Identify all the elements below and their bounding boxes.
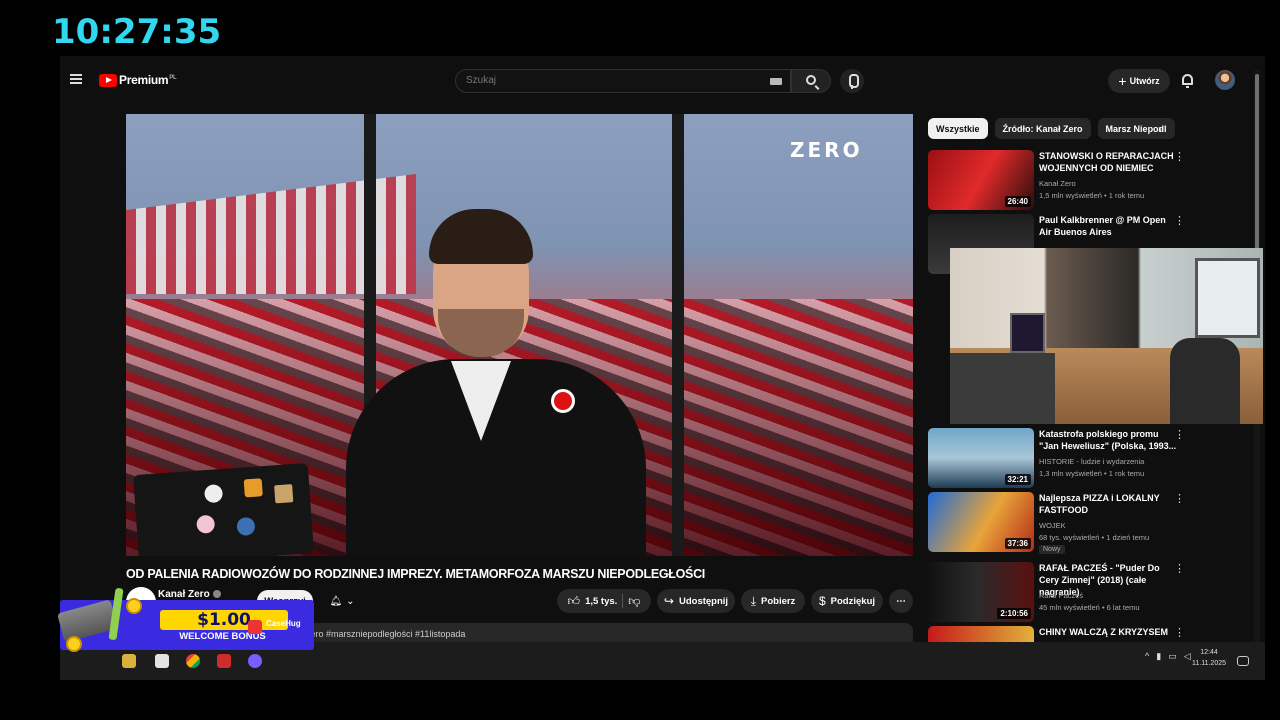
search-button[interactable] <box>791 69 831 93</box>
video-thumbnail[interactable]: 26:40 <box>928 150 1034 210</box>
video-thumbnail[interactable]: 2:10:56 <box>928 562 1034 622</box>
list-item[interactable]: 37:36 Najlepsza PIZZA i LOKALNY FASTFOOD… <box>928 492 1228 554</box>
new-badge: Nowy <box>1039 545 1065 554</box>
laptop-with-stickers <box>133 463 314 556</box>
more-vert-icon[interactable]: ⋮ <box>1174 562 1185 575</box>
taskbar-app-icon[interactable] <box>155 654 169 668</box>
more-horiz-icon: ⋯ <box>896 595 906 607</box>
share-icon: ↪ <box>663 594 674 608</box>
casino-ad-banner[interactable]: $1.00 WELCOME BONUS CaseHug <box>57 587 314 652</box>
video-title: OD PALENIA RADIOWOZÓW DO RODZINNEJ IMPRE… <box>126 567 705 581</box>
list-item[interactable]: 26:40 STANOWSKI O REPARACJACH WOJENNYCH … <box>928 150 1228 212</box>
youtube-premium-logo[interactable]: PremiumPL <box>99 73 177 87</box>
rosette-badge <box>551 389 575 413</box>
ad-brand: CaseHug <box>266 619 301 628</box>
chevron-down-icon: ⌄ <box>346 595 355 607</box>
thanks-button[interactable]: $ Podziękuj <box>811 589 883 613</box>
presenter <box>326 209 646 556</box>
coin-icon <box>126 598 142 614</box>
like-count[interactable]: 1,5 tys. <box>585 596 617 607</box>
more-vert-icon[interactable]: ⋮ <box>1174 428 1185 441</box>
share-button[interactable]: ↪ Udostępnij <box>657 589 735 613</box>
search-box <box>455 69 791 93</box>
more-vert-icon[interactable]: ⋮ <box>1174 492 1185 505</box>
chrome-icon[interactable] <box>186 654 200 668</box>
list-item[interactable]: 2:10:56 RAFAŁ PACZEŚ - "Puder Do Cery Zi… <box>928 562 1228 624</box>
volume-icon[interactable]: ◁ <box>1184 651 1191 662</box>
stream-clock: 10:27:35 <box>52 12 222 52</box>
network-icon[interactable]: ▭ <box>1168 651 1177 662</box>
more-vert-icon[interactable]: ⋮ <box>1174 150 1185 163</box>
subscription-bell-button[interactable]: 🔔︎ ⌄ <box>320 590 364 612</box>
file-explorer-icon[interactable] <box>122 654 136 668</box>
search-icon <box>806 75 816 85</box>
casehug-logo-icon <box>248 620 262 634</box>
search-input[interactable] <box>466 75 746 86</box>
brand-label: PremiumPL <box>119 73 177 87</box>
taskbar-clock[interactable]: 12:44 11.11.2025 <box>1192 647 1226 669</box>
webcam-overlay <box>950 248 1263 424</box>
thumbs-down-icon[interactable]: 👎︎ <box>628 594 640 609</box>
video-thumbnail[interactable] <box>928 626 1034 642</box>
microphone-icon[interactable]: ▮ <box>1156 651 1161 662</box>
chip-source[interactable]: Źródło: Kanał Zero <box>994 118 1091 139</box>
bell-icon: 🔔︎ <box>329 595 343 607</box>
more-vert-icon[interactable]: ⋮ <box>1174 214 1185 227</box>
plus-icon: + <box>1118 73 1127 89</box>
more-actions-button[interactable]: ⋯ <box>889 589 913 613</box>
hamburger-menu-icon[interactable] <box>70 74 82 84</box>
notifications-bell-icon[interactable] <box>1182 74 1193 88</box>
system-tray: ^ ▮ ▭ ◁ <box>1145 651 1191 662</box>
like-dislike-group: 👍︎ 1,5 tys. 👎︎ <box>557 589 651 613</box>
notifications-icon[interactable] <box>1237 656 1249 666</box>
chevron-right-icon[interactable]: › <box>1158 122 1162 136</box>
verified-icon <box>212 590 221 598</box>
list-item[interactable]: 32:21 Katastrofa polskiego promu "Jan He… <box>928 428 1228 490</box>
chip-all[interactable]: Wszystkie <box>928 118 988 139</box>
thanks-icon: $ <box>818 594 826 608</box>
video-thumbnail[interactable]: 32:21 <box>928 428 1034 488</box>
channel-watermark: ZERO <box>790 138 863 162</box>
taskbar-app-icon[interactable] <box>248 654 262 668</box>
youtube-play-icon <box>99 73 117 87</box>
stream-frame: 10:27:35 PremiumPL +Utwórz <box>0 0 1280 720</box>
voice-search-icon[interactable] <box>840 69 864 93</box>
video-player[interactable]: ZERO <box>126 114 913 556</box>
coin-icon <box>66 636 82 652</box>
create-button[interactable]: + Utwórz <box>1108 69 1170 93</box>
channel-name[interactable]: Kanał Zero <box>158 589 221 600</box>
download-icon: ⤓ <box>750 593 756 608</box>
youtube-header: PremiumPL +Utwórz <box>60 56 1265 106</box>
more-vert-icon[interactable]: ⋮ <box>1174 626 1185 639</box>
taskbar-app-icon[interactable] <box>217 654 231 668</box>
keyboard-icon[interactable] <box>770 78 782 85</box>
filter-chips: Wszystkie Źródło: Kanał Zero Marsz Niepo… <box>928 118 1175 139</box>
download-button[interactable]: ⤓ Pobierz <box>741 589 805 613</box>
bonus-label: WELCOME BONUS <box>179 631 266 642</box>
account-avatar[interactable] <box>1215 70 1235 90</box>
thumbs-up-icon[interactable]: 👍︎ <box>568 594 581 609</box>
chip-topic[interactable]: Marsz Niepodl <box>1097 118 1175 139</box>
video-thumbnail[interactable]: 37:36 <box>928 492 1034 552</box>
chevron-up-icon[interactable]: ^ <box>1145 651 1149 662</box>
list-item[interactable]: CHINY WALCZĄ Z KRYZYSEM ⋮ <box>928 626 1228 642</box>
